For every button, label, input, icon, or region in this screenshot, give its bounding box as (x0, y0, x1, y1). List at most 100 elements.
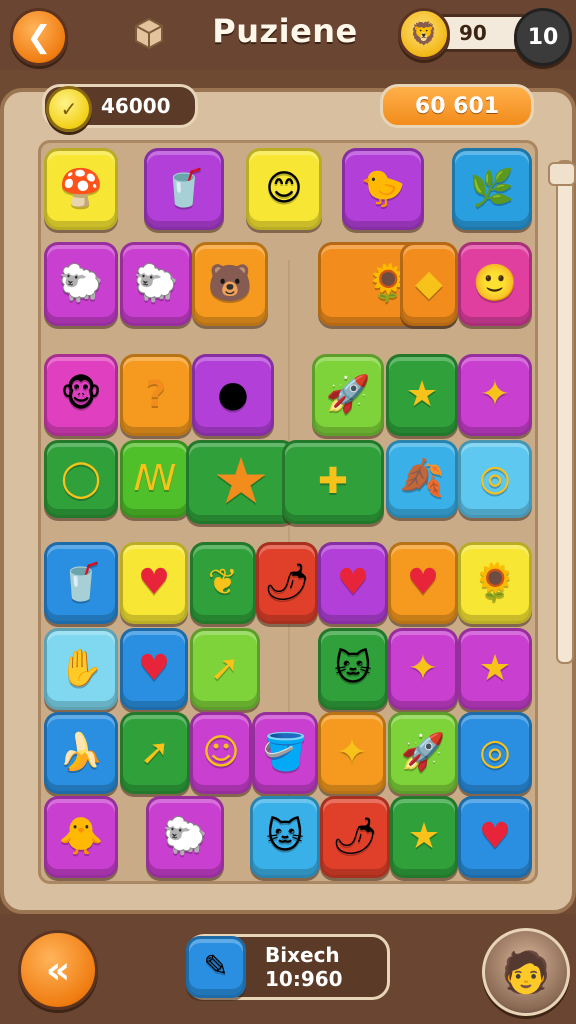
back-button[interactable]: ❮ (10, 8, 68, 66)
tile-shooting-star[interactable]: ✦ (318, 712, 386, 794)
tile-diamond[interactable]: ◆ (400, 242, 458, 326)
tile-sheep-face[interactable]: 🐑 (120, 242, 192, 326)
score-pill: 60 601 (380, 84, 534, 128)
double-chevron-left-icon: « (45, 948, 71, 992)
cat-face-icon: 🐱 (334, 648, 372, 689)
tile-arrow-up[interactable]: ➚ (120, 712, 190, 794)
cup-face-icon: 🥤 (58, 562, 104, 603)
flower-branch-icon: 🌿 (469, 168, 515, 209)
sheep-face-icon: 🐑 (133, 263, 179, 304)
star-icon: ★ (407, 816, 441, 857)
tile-bucket-face[interactable]: 🪣 (252, 712, 318, 794)
hand-icon: ✋ (58, 648, 104, 689)
cube-icon (135, 17, 163, 50)
scroll-handle[interactable] (548, 162, 576, 186)
tile-curl[interactable]: ꟿ (120, 440, 190, 518)
target-icon: ◎ (479, 732, 511, 773)
lion-avatar-icon[interactable]: 🦁 (398, 8, 450, 60)
tile-rocket[interactable]: 🚀 (388, 712, 458, 794)
tile-chick[interactable]: 🐥 (44, 796, 118, 878)
scroll-rail[interactable] (556, 160, 574, 664)
tile-pepper[interactable]: 🌶 (256, 542, 318, 624)
leaf-icon: 🍂 (399, 458, 445, 499)
tile-cat-face[interactable]: 🐱 (250, 796, 320, 878)
star-icon: ★ (405, 374, 439, 415)
heart-icon: ♥ (336, 562, 370, 603)
tile-cat-face[interactable]: 🐱 (318, 628, 388, 710)
green-smiley-icon: 🙂 (472, 263, 518, 304)
pepper-icon: 🌶 (332, 816, 378, 857)
shooting-star-icon: ✦ (407, 648, 439, 689)
ring-q-icon: ◯ (60, 458, 102, 499)
chick-icon: 🐤 (360, 168, 406, 209)
tile-sheep-face[interactable]: 🐑 (146, 796, 224, 878)
level-number-badge: 10 (514, 8, 572, 66)
booster-name: Bixech (265, 943, 340, 967)
tile-star[interactable]: ★ (386, 354, 458, 436)
tile-cup-face[interactable]: 🥤 (144, 148, 224, 230)
tile-heart[interactable]: ♥ (458, 796, 532, 878)
tile-orange-blob[interactable]: ● (192, 354, 274, 436)
question-icon: ? (145, 374, 167, 415)
target-icon: ◎ (479, 458, 511, 499)
tile-hand[interactable]: ✋ (44, 628, 118, 710)
tile-shooting-star[interactable]: ✦ (388, 628, 458, 710)
shooting-star-icon: ✦ (479, 374, 511, 415)
pepper-icon: 🌶 (264, 562, 310, 603)
tile-cup-face[interactable]: 🥤 (44, 542, 118, 624)
tile-shooting-star[interactable]: ✦ (458, 354, 532, 436)
tile-monkey-face[interactable]: 🐵 (44, 354, 118, 436)
tile-target[interactable]: ◎ (458, 440, 532, 518)
banana-icon: 🍌 (58, 732, 104, 773)
tile-flower-branch[interactable]: 🌿 (452, 148, 532, 230)
tile-heart[interactable]: ♥ (318, 542, 388, 624)
sunflower-icon: 🌻 (472, 562, 518, 603)
rocket-icon: 🚀 (325, 374, 371, 415)
tile-chick[interactable]: 🐤 (342, 148, 424, 230)
tile-sun-face[interactable]: 😊 (246, 148, 322, 230)
smile-icon: ☺ (202, 732, 240, 773)
person-avatar-icon: 🧑 (501, 949, 551, 996)
heart-icon: ♥ (137, 562, 171, 603)
tile-star[interactable]: ★ (458, 628, 532, 710)
tile-sunflower[interactable]: 🌻 (458, 542, 532, 624)
mushroom-face-icon: 🍄 (58, 168, 104, 209)
coin-icon: ✓ (46, 86, 92, 132)
tile-smile[interactable]: ☺ (190, 712, 252, 794)
sheep-face-icon: 🐑 (58, 263, 104, 304)
tile-pepper[interactable]: 🌶 (320, 796, 390, 878)
tile-star-big[interactable]: ★ (186, 440, 296, 524)
tile-heart[interactable]: ♥ (120, 542, 188, 624)
level-score: 90 (459, 21, 487, 45)
monkey-face-icon: 🐵 (60, 374, 102, 415)
heart-icon: ♥ (137, 648, 171, 689)
chick-icon: 🐥 (58, 816, 104, 857)
tile-bear-face[interactable]: 🐻 (192, 242, 268, 326)
orange-blob-icon: ● (217, 374, 249, 415)
tile-mushroom-face[interactable]: 🍄 (44, 148, 118, 230)
level-number: 10 (527, 24, 559, 50)
tile-arrow-up[interactable]: ➚ (190, 628, 260, 710)
heart-split-icon: ❦ (207, 562, 239, 603)
tile-question[interactable]: ? (120, 354, 192, 436)
score-value: 60 601 (414, 93, 500, 119)
bear-face-icon: 🐻 (207, 263, 253, 304)
tile-green-smiley[interactable]: 🙂 (458, 242, 532, 326)
tile-target[interactable]: ◎ (458, 712, 532, 794)
tile-heart-split[interactable]: ❦ (190, 542, 256, 624)
tile-banana[interactable]: 🍌 (44, 712, 118, 794)
tile-star[interactable]: ★ (390, 796, 458, 878)
tile-heart[interactable]: ♥ (120, 628, 188, 710)
tile-heart[interactable]: ♥ (388, 542, 458, 624)
undo-button[interactable]: « (18, 930, 98, 1010)
tile-arrow-shape[interactable]: ✚ (282, 440, 384, 524)
cat-face-icon: 🐱 (266, 816, 304, 857)
tile-sheep-face[interactable]: 🐑 (44, 242, 118, 326)
tile-leaf[interactable]: 🍂 (386, 440, 458, 518)
tile-rocket[interactable]: 🚀 (312, 354, 384, 436)
heart-icon: ♥ (478, 816, 512, 857)
star-icon: ★ (478, 648, 512, 689)
player-avatar[interactable]: 🧑 (482, 928, 570, 1016)
back-chevron-icon: ❮ (26, 19, 52, 55)
tile-ring-q[interactable]: ◯ (44, 440, 118, 518)
